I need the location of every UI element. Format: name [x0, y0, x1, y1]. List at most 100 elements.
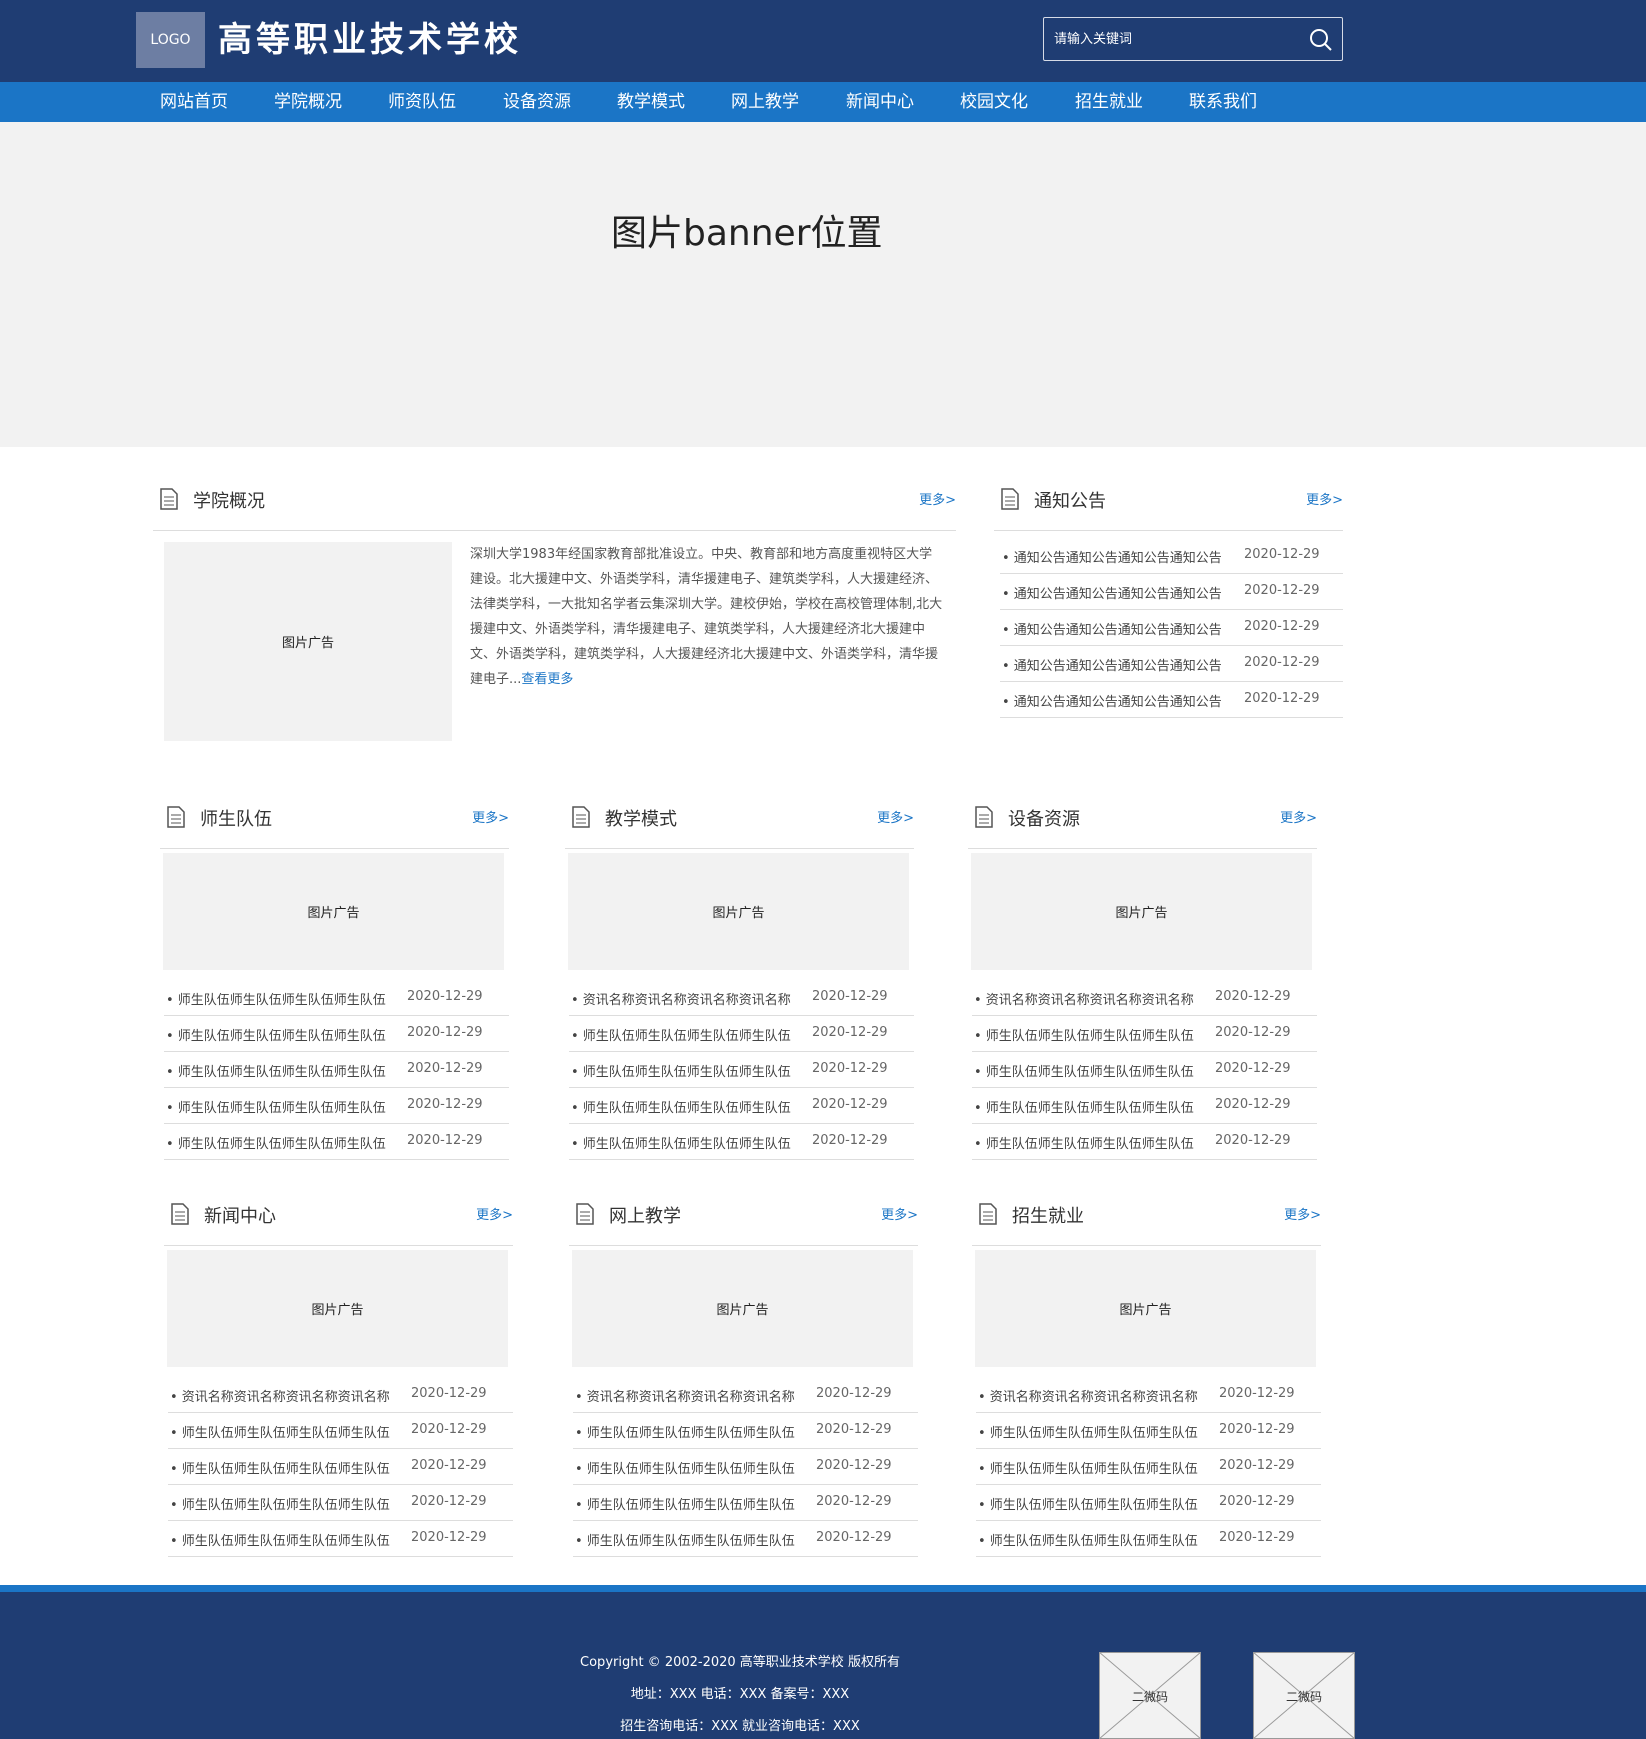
section-more-link[interactable]: 更多>	[877, 807, 914, 826]
section-title: 师生队伍	[200, 809, 272, 830]
notice-more-link[interactable]: 更多>	[1306, 489, 1343, 508]
list-item[interactable]: • 师生队伍师生队伍师生队伍师生队伍 2020-12-29	[569, 1124, 914, 1160]
list-item[interactable]: • 师生队伍师生队伍师生队伍师生队伍 2020-12-29	[569, 1052, 914, 1088]
nav-item-online-teaching[interactable]: 网上教学	[731, 82, 799, 122]
document-icon	[572, 806, 590, 828]
list-item[interactable]: • 资讯名称资讯名称资讯名称资讯名称 2020-12-29	[168, 1377, 513, 1413]
nav-item-faculty[interactable]: 师资队伍	[388, 82, 456, 122]
banner[interactable]: 图片banner位置	[0, 122, 1646, 447]
nav-item-about[interactable]: 学院概况	[274, 82, 342, 122]
section-ad-image[interactable]: 图片广告	[167, 1250, 508, 1367]
list-item[interactable]: • 师生队伍师生队伍师生队伍师生队伍 2020-12-29	[168, 1413, 513, 1449]
section-title: 招生就业	[1012, 1206, 1084, 1227]
notice-header: 通知公告 更多>	[994, 475, 1343, 531]
list-item[interactable]: • 资讯名称资讯名称资讯名称资讯名称 2020-12-29	[573, 1377, 918, 1413]
qr-code: 二微码	[1253, 1652, 1355, 1739]
main-nav: 网站首页 学院概况 师资队伍 设备资源 教学模式 网上教学 新闻中心 校园文化 …	[0, 82, 1646, 122]
search-icon[interactable]	[1308, 27, 1334, 53]
list-item[interactable]: • 师生队伍师生队伍师生队伍师生队伍 2020-12-29	[573, 1413, 918, 1449]
list-item[interactable]: • 师生队伍师生队伍师生队伍师生队伍 2020-12-29	[164, 1124, 509, 1160]
intro-more-link[interactable]: 更多>	[919, 489, 956, 508]
section-more-link[interactable]: 更多>	[476, 1204, 513, 1223]
footer-address: 地址：XXX 电话：XXX 备案号：XXX	[630, 1687, 850, 1702]
document-icon	[160, 488, 178, 510]
section-title: 设备资源	[1008, 809, 1080, 830]
footer-accent-line	[0, 1585, 1646, 1592]
list-item[interactable]: • 师生队伍师生队伍师生队伍师生队伍 2020-12-29	[573, 1485, 918, 1521]
list-item[interactable]: • 师生队伍师生队伍师生队伍师生队伍 2020-12-29	[976, 1413, 1321, 1449]
document-icon	[171, 1203, 189, 1225]
list-item[interactable]: • 师生队伍师生队伍师生队伍师生队伍 2020-12-29	[168, 1521, 513, 1557]
search-box	[1043, 17, 1343, 61]
list-item[interactable]: • 资讯名称资讯名称资讯名称资讯名称 2020-12-29	[569, 980, 914, 1016]
ad-label: 图片广告	[716, 1303, 769, 1318]
list-item[interactable]: • 师生队伍师生队伍师生队伍师生队伍 2020-12-29	[569, 1016, 914, 1052]
nav-item-equipment[interactable]: 设备资源	[503, 82, 571, 122]
list-item[interactable]: • 师生队伍师生队伍师生队伍师生队伍 2020-12-29	[976, 1449, 1321, 1485]
document-icon	[975, 806, 993, 828]
list-item[interactable]: • 资讯名称资讯名称资讯名称资讯名称 2020-12-29	[972, 980, 1317, 1016]
section-ad-image[interactable]: 图片广告	[572, 1250, 913, 1367]
list-item[interactable]: • 师生队伍师生队伍师生队伍师生队伍 2020-12-29	[573, 1521, 918, 1557]
section-more-link[interactable]: 更多>	[881, 1204, 918, 1223]
list-item[interactable]: • 师生队伍师生队伍师生队伍师生队伍 2020-12-29	[168, 1485, 513, 1521]
qr-label: 二微码	[1285, 1690, 1322, 1704]
intro-ad-image[interactable]: 图片广告	[164, 542, 452, 741]
footer-copyright: Copyright © 2002-2020 高等职业技术学校 版权所有	[580, 1655, 900, 1670]
section-header-admissions: 招生就业 更多>	[972, 1190, 1321, 1246]
section-news-list: • 资讯名称资讯名称资讯名称资讯名称 2020-12-29 • 师生队伍师生队伍师生…	[972, 980, 1317, 1160]
list-item[interactable]: • 师生队伍师生队伍师生队伍师生队伍 2020-12-29	[976, 1485, 1321, 1521]
section-news-list: • 资讯名称资讯名称资讯名称资讯名称 2020-12-29 • 师生队伍师生队伍师生…	[168, 1377, 513, 1557]
nav-item-admissions[interactable]: 招生就业	[1075, 82, 1143, 122]
section-ad-image[interactable]: 图片广告	[975, 1250, 1316, 1367]
list-item[interactable]: • 师生队伍师生队伍师生队伍师生队伍 2020-12-29	[164, 980, 509, 1016]
list-item[interactable]: • 师生队伍师生队伍师生队伍师生队伍 2020-12-29	[164, 1088, 509, 1124]
section-title: 新闻中心	[204, 1206, 276, 1227]
list-item[interactable]: • 资讯名称资讯名称资讯名称资讯名称 2020-12-29	[976, 1377, 1321, 1413]
search-input[interactable]	[1044, 18, 1294, 60]
list-item[interactable]: • 师生队伍师生队伍师生队伍师生队伍 2020-12-29	[976, 1521, 1321, 1557]
list-item[interactable]: • 师生队伍师生队伍师生队伍师生队伍 2020-12-29	[972, 1088, 1317, 1124]
nav-item-news[interactable]: 新闻中心	[846, 82, 914, 122]
section-more-link[interactable]: 更多>	[472, 807, 509, 826]
list-item[interactable]: • 师生队伍师生队伍师生队伍师生队伍 2020-12-29	[972, 1052, 1317, 1088]
list-item[interactable]: • 师生队伍师生队伍师生队伍师生队伍 2020-12-29	[573, 1449, 918, 1485]
list-item[interactable]: • 师生队伍师生队伍师生队伍师生队伍 2020-12-29	[164, 1016, 509, 1052]
ad-label: 图片广告	[311, 1303, 364, 1318]
list-item[interactable]: • 师生队伍师生队伍师生队伍师生队伍 2020-12-29	[569, 1088, 914, 1124]
intro-header: 学院概况 更多>	[153, 475, 956, 531]
section-more-link[interactable]: 更多>	[1280, 807, 1317, 826]
intro-title: 学院概况	[193, 491, 265, 512]
section-ad-image[interactable]: 图片广告	[971, 853, 1312, 970]
read-more-link[interactable]: 查看更多	[521, 672, 573, 687]
list-item[interactable]: • 师生队伍师生队伍师生队伍师生队伍 2020-12-29	[972, 1124, 1317, 1160]
banner-text: 图片banner位置	[611, 213, 883, 254]
list-item[interactable]: • 通知公告通知公告通知公告通知公告 2020-12-29	[1000, 646, 1343, 682]
ad-label: 图片广告	[712, 906, 765, 921]
list-item[interactable]: • 师生队伍师生队伍师生队伍师生队伍 2020-12-29	[168, 1449, 513, 1485]
section-ad-image[interactable]: 图片广告	[163, 853, 504, 970]
nav-item-teaching-mode[interactable]: 教学模式	[617, 82, 685, 122]
list-item[interactable]: • 通知公告通知公告通知公告通知公告 2020-12-29	[1000, 610, 1343, 646]
ad-label: 图片广告	[1119, 1303, 1172, 1318]
list-item[interactable]: • 通知公告通知公告通知公告通知公告 2020-12-29	[1000, 682, 1343, 718]
notice-list: • 通知公告通知公告通知公告通知公告 2020-12-29 • 通知公告通知公告通…	[1000, 538, 1343, 718]
logo[interactable]: LOGO	[136, 12, 205, 68]
list-item[interactable]: • 通知公告通知公告通知公告通知公告 2020-12-29	[1000, 574, 1343, 610]
list-item[interactable]: • 师生队伍师生队伍师生队伍师生队伍 2020-12-29	[972, 1016, 1317, 1052]
nav-item-campus-culture[interactable]: 校园文化	[960, 82, 1028, 122]
list-item[interactable]: • 师生队伍师生队伍师生队伍师生队伍 2020-12-29	[164, 1052, 509, 1088]
nav-item-home[interactable]: 网站首页	[160, 82, 228, 122]
section-news-list: • 资讯名称资讯名称资讯名称资讯名称 2020-12-29 • 师生队伍师生队伍师生…	[976, 1377, 1321, 1557]
list-item[interactable]: • 通知公告通知公告通知公告通知公告 2020-12-29	[1000, 538, 1343, 574]
ad-label: 图片广告	[281, 636, 334, 651]
section-more-link[interactable]: 更多>	[1284, 1204, 1321, 1223]
section-header-faculty: 师生队伍 更多>	[160, 793, 509, 849]
document-icon	[576, 1203, 594, 1225]
section-ad-image[interactable]: 图片广告	[568, 853, 909, 970]
notice-title: 通知公告	[1034, 491, 1106, 512]
ad-label: 图片广告	[307, 906, 360, 921]
nav-item-contact[interactable]: 联系我们	[1189, 82, 1257, 122]
section-header-online-teaching: 网上教学 更多>	[569, 1190, 918, 1246]
qr-label: 二微码	[1131, 1690, 1168, 1704]
